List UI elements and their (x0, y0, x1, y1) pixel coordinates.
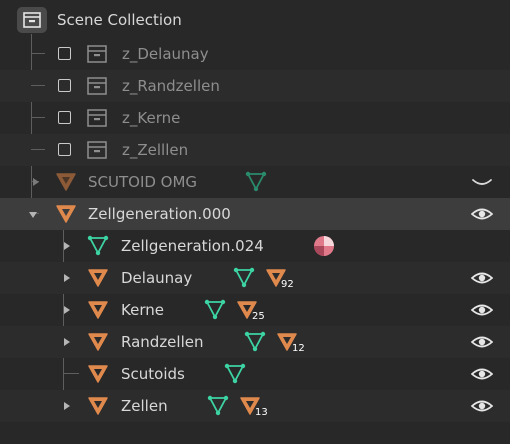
expand-arrow-icon[interactable] (33, 178, 39, 186)
object-row-scutoid-omg[interactable]: SCUTOID OMG (0, 166, 510, 198)
object-label: Randzellen (121, 333, 204, 351)
mesh-data-icon[interactable] (207, 395, 229, 417)
object-label: Kerne (121, 301, 164, 319)
eye-icon[interactable] (471, 334, 493, 350)
child-count-badge: 12 (292, 343, 305, 354)
child-count-badge: 13 (255, 407, 268, 418)
expand-arrow-icon[interactable] (64, 274, 70, 282)
mesh-data-icon[interactable] (224, 363, 246, 385)
exclude-checkbox[interactable] (58, 143, 71, 156)
tree-branch (31, 53, 45, 54)
collection-label: z_Randzellen (122, 77, 220, 95)
eye-icon[interactable] (471, 398, 493, 414)
exclude-checkbox[interactable] (58, 79, 71, 92)
expand-arrow-icon[interactable] (64, 338, 70, 346)
mesh-data-icon[interactable] (233, 267, 255, 289)
exclude-checkbox[interactable] (58, 111, 71, 124)
mesh-object-icon (88, 269, 108, 287)
mesh-object-icon (56, 173, 76, 191)
tree-branch (31, 117, 45, 118)
object-label: Scutoids (121, 365, 185, 383)
object-row-delaunay[interactable]: Delaunay 92 (0, 262, 510, 294)
object-row-zellgeneration-024[interactable]: Zellgeneration.024 (0, 230, 510, 262)
mesh-data-icon[interactable] (245, 171, 267, 193)
eye-icon[interactable] (471, 270, 493, 286)
mesh-object-icon (88, 301, 108, 319)
object-label: SCUTOID OMG (88, 173, 198, 191)
mesh-object-icon (88, 397, 108, 415)
exclude-checkbox[interactable] (58, 47, 71, 60)
tree-branch (31, 149, 45, 150)
mesh-object-icon (56, 205, 76, 223)
object-label: Zellen (121, 397, 168, 415)
hidden-eye-icon[interactable] (471, 174, 493, 190)
collection-label: z_Delaunay (122, 45, 209, 63)
expand-arrow-icon[interactable] (64, 402, 70, 410)
mesh-object-icon (88, 333, 108, 351)
scene-collection-label: Scene Collection (57, 11, 182, 29)
collection-row-z-delaunay[interactable]: z_Delaunay (0, 38, 510, 70)
mesh-data-icon[interactable] (204, 299, 226, 321)
child-count-badge: 25 (252, 311, 265, 322)
collection-label: z_Zelllen (122, 141, 189, 159)
object-row-scutoids[interactable]: Scutoids (0, 358, 510, 390)
material-icon[interactable] (312, 234, 336, 258)
object-label: Zellgeneration.024 (121, 237, 264, 255)
expand-arrow-icon[interactable] (64, 306, 70, 314)
eye-icon[interactable] (471, 302, 493, 318)
collection-icon (87, 77, 107, 95)
object-row-kerne[interactable]: Kerne 25 (0, 294, 510, 326)
object-label: Zellgeneration.000 (88, 205, 231, 223)
object-row-zellgeneration-000[interactable]: Zellgeneration.000 (0, 198, 510, 230)
scene-collection-row[interactable]: Scene Collection (0, 4, 510, 36)
tree-branch (31, 85, 45, 86)
child-count-badge: 92 (281, 279, 294, 290)
collection-icon (87, 141, 107, 159)
collection-icon (87, 45, 107, 63)
collection-row-z-kerne[interactable]: z_Kerne (0, 102, 510, 134)
collection-icon (87, 109, 107, 127)
collapse-arrow-icon[interactable] (29, 212, 37, 218)
collection-label: z_Kerne (122, 109, 181, 127)
eye-icon[interactable] (471, 366, 493, 382)
collection-row-z-randzellen[interactable]: z_Randzellen (0, 70, 510, 102)
mesh-data-icon[interactable] (244, 331, 266, 353)
object-row-zellen[interactable]: Zellen 13 (0, 390, 510, 422)
eye-icon[interactable] (471, 206, 493, 222)
mesh-data-icon (87, 235, 109, 256)
object-row-randzellen[interactable]: Randzellen 12 (0, 326, 510, 358)
collection-row-z-zelllen[interactable]: z_Zelllen (0, 134, 510, 166)
scene-collection-icon (17, 7, 47, 33)
tree-branch (63, 373, 79, 374)
mesh-object-icon (88, 365, 108, 383)
expand-arrow-icon[interactable] (64, 242, 70, 250)
object-label: Delaunay (121, 269, 193, 287)
